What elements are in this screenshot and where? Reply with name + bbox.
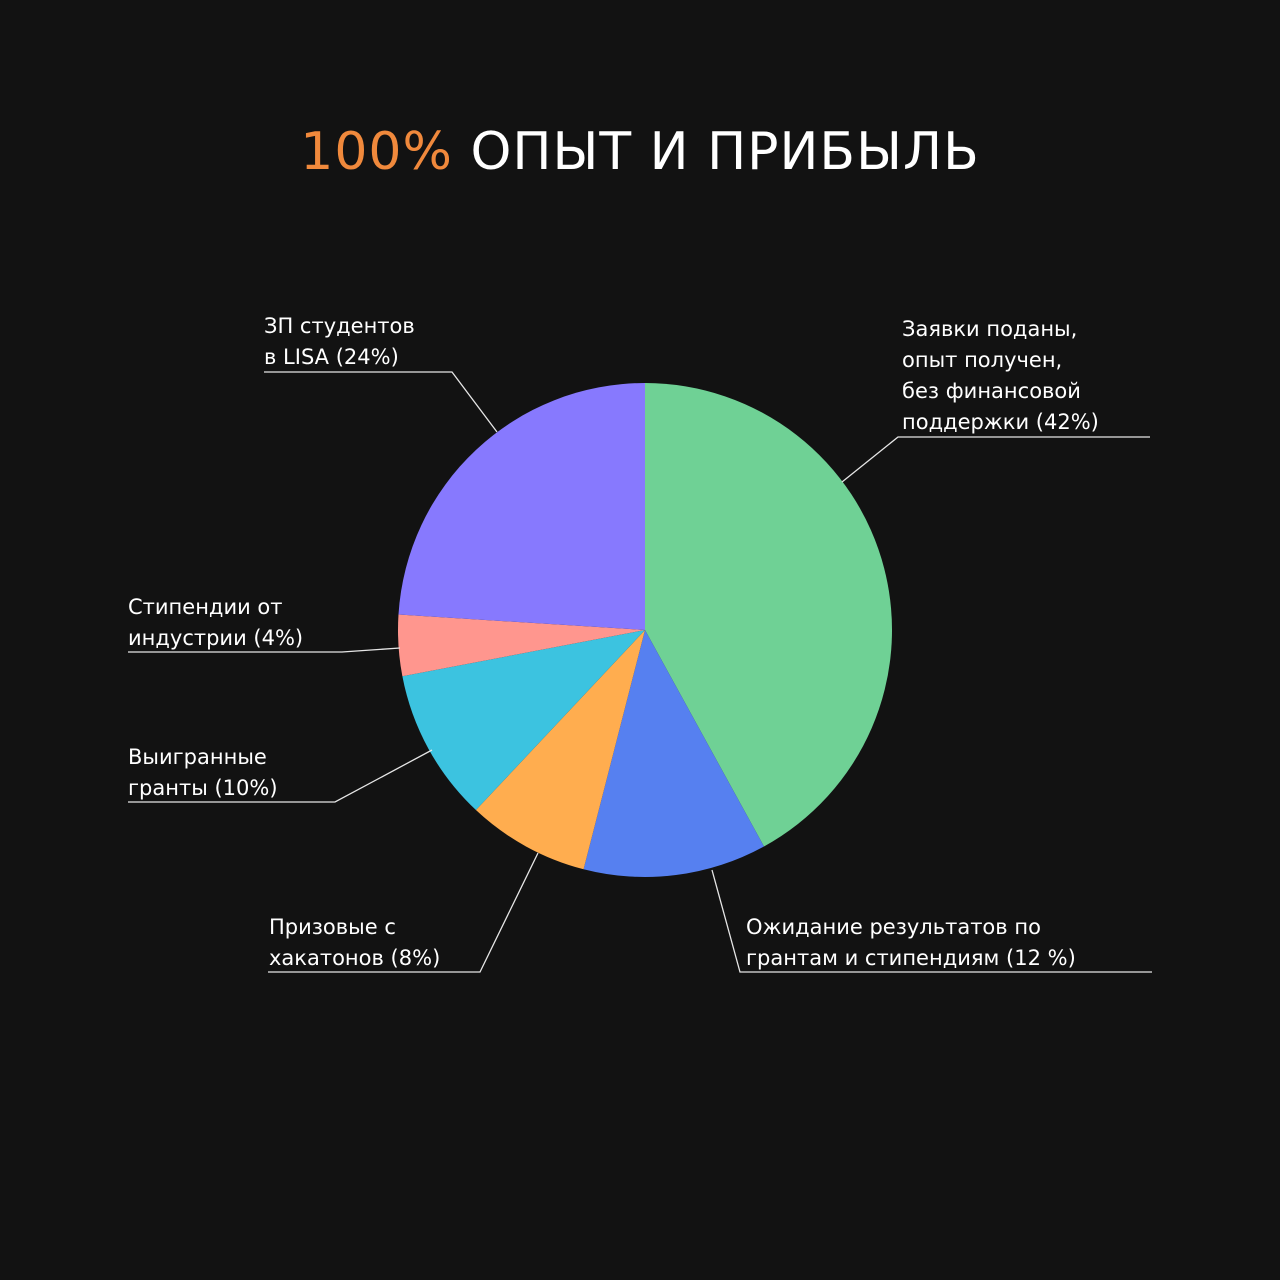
slice-label-line: в LISA (24%) — [264, 345, 399, 369]
slice-label-grants: Выигранные гранты (10%) — [128, 745, 278, 800]
slice-label-line: грантам и стипендиям (12 %) — [746, 946, 1076, 970]
slice-label-waiting: Ожидание результатов по грантам и стипенд… — [746, 915, 1076, 970]
callout-line-salary — [264, 371, 498, 433]
slice-label-stipends: Стипендии от индустрии (4%) — [128, 595, 303, 650]
slice-label-line: Выигранные — [128, 745, 267, 769]
slice-label-line: Призовые с — [269, 915, 396, 939]
slice-label-hackathons: Призовые с хакатонов (8%) — [269, 915, 440, 970]
slice-label-line: Ожидание результатов по — [746, 915, 1041, 939]
slice-label-line: без финансовой — [902, 379, 1081, 403]
slice-label-line: поддержки (42%) — [902, 410, 1099, 434]
slice-label-line: хакатонов (8%) — [269, 946, 440, 970]
slice-label-salary: ЗП студентов в LISA (24%) — [264, 314, 415, 369]
pie-chart: Заявки поданы, опыт получен, без финансово… — [128, 314, 1152, 973]
slice-label-line: ЗП студентов — [264, 314, 415, 338]
callout-line-applications — [841, 436, 1150, 483]
pie-slices — [398, 383, 893, 878]
slice-label-line: индустрии (4%) — [128, 626, 303, 650]
slice-label-line: Стипендии от — [128, 595, 283, 619]
slice-label-line: гранты (10%) — [128, 776, 278, 800]
pie-slice-salary — [398, 383, 645, 630]
slice-label-applications: Заявки поданы, опыт получен, без финансово… — [902, 317, 1099, 434]
slice-label-line: опыт получен, — [902, 348, 1062, 372]
slice-label-line: Заявки поданы, — [902, 317, 1077, 341]
